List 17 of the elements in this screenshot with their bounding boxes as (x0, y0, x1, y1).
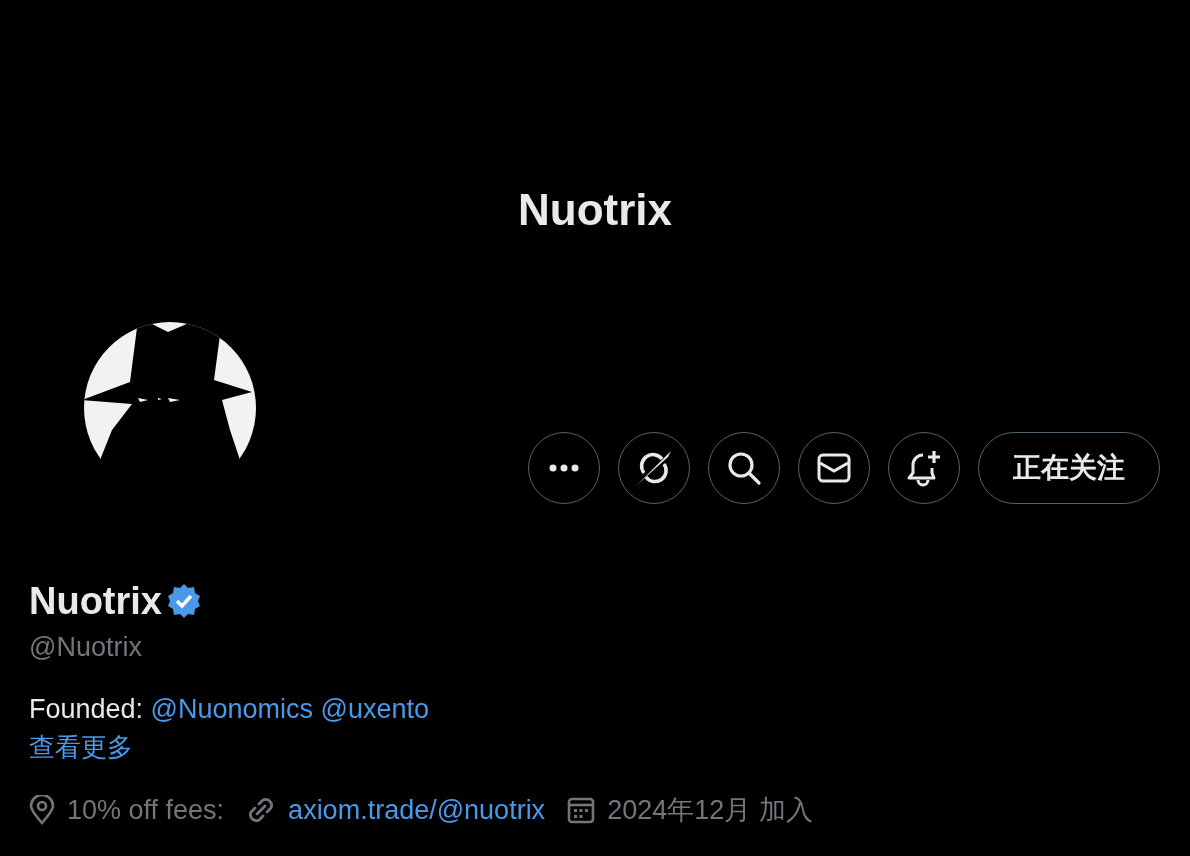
display-name: Nuotrix (29, 579, 162, 624)
website-link[interactable]: axiom.trade/@nuotrix (288, 794, 546, 826)
location-text: 10% off fees: (67, 794, 225, 826)
user-handle: @Nuotrix (29, 631, 143, 664)
profile-title: Nuotrix (518, 184, 672, 236)
bell-plus-icon (906, 449, 942, 487)
following-button[interactable]: 正在关注 (978, 432, 1160, 504)
joined-text: 2024年12月 加入 (607, 794, 813, 827)
mention-link[interactable]: @Nuonomics (150, 694, 314, 724)
location-pin-icon (29, 795, 55, 825)
see-more-link[interactable]: 查看更多 (29, 728, 133, 766)
mention-link[interactable]: @uxento (320, 694, 430, 724)
more-icon (549, 464, 579, 472)
envelope-icon (817, 453, 851, 483)
calendar-icon (567, 796, 596, 824)
bio-text: Founded: @Nuonomics @uxento (29, 693, 431, 726)
search-icon (726, 450, 762, 486)
